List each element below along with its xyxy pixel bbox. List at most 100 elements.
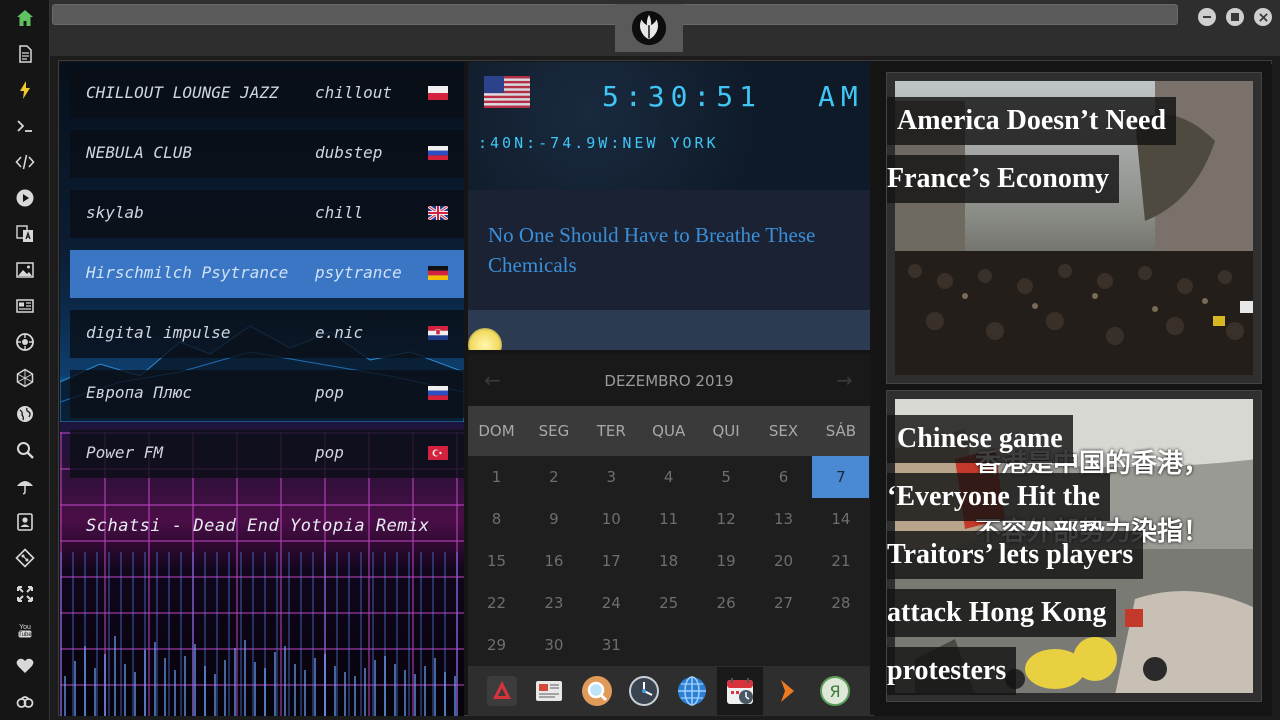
calendar-day[interactable]: 1 [468, 456, 525, 498]
station-row[interactable]: skylab chill [70, 190, 464, 238]
usa-flag-icon [484, 76, 530, 108]
calendar-day[interactable]: 3 [583, 456, 640, 498]
calendar-day[interactable]: 15 [468, 540, 525, 582]
calendar-day[interactable]: 29 [468, 624, 525, 666]
station-row[interactable]: digital impulse e.nic [70, 310, 464, 358]
contact-icon[interactable] [12, 509, 38, 535]
calendar-day[interactable]: 6 [755, 456, 812, 498]
close-icon [1258, 12, 1268, 22]
image-icon[interactable] [12, 257, 38, 283]
station-row[interactable]: CHILLOUT LOUNGE JAZZ chillout [70, 70, 464, 118]
calendar-weekday-row: DOM SEG TER QUA QUI SEX SÁB [468, 406, 870, 456]
rebel-alliance-icon [631, 10, 667, 46]
station-name: Power FM [86, 443, 164, 462]
visualizer-bar [104, 654, 106, 716]
lightning-icon[interactable] [12, 77, 38, 103]
visualizer-bar [324, 654, 326, 716]
visualizer-bar [294, 664, 296, 716]
calendar-day[interactable]: 9 [525, 498, 582, 540]
calendar-weekday: SEG [538, 422, 570, 440]
calendar-day[interactable]: 16 [525, 540, 582, 582]
code-icon[interactable] [12, 149, 38, 175]
terminal-icon[interactable] [12, 113, 38, 139]
calendar-day[interactable]: 10 [583, 498, 640, 540]
station-genre: dubstep [315, 143, 383, 162]
translate-icon[interactable] [12, 221, 38, 247]
globe-icon[interactable] [12, 401, 38, 427]
calendar-day[interactable]: 18 [640, 540, 697, 582]
svg-text:Tube: Tube [18, 632, 32, 638]
calendar-day[interactable]: 13 [755, 498, 812, 540]
calendar-day[interactable]: 25 [640, 582, 697, 624]
search-icon[interactable] [12, 437, 38, 463]
station-row-active[interactable]: Hirschmilch Psytrance psytrance [70, 250, 464, 298]
news-headline-line: Chinese game [887, 415, 1073, 463]
calendar-day[interactable]: 21 [812, 540, 869, 582]
station-row[interactable]: Европа Плюс pop [70, 370, 464, 418]
yandex-icon[interactable]: Я [817, 673, 853, 709]
calendar-day[interactable]: 14 [812, 498, 869, 540]
germany-flag-icon [428, 266, 448, 280]
maximize-button[interactable] [1226, 8, 1244, 26]
visualizer-bar [374, 660, 376, 716]
calendar-day[interactable]: 24 [583, 582, 640, 624]
youtube-icon[interactable]: You Tube [12, 617, 38, 643]
station-row[interactable]: NEBULA CLUB dubstep [70, 130, 464, 178]
calendar-day[interactable]: 31 [583, 624, 640, 666]
calendar-day[interactable]: 28 [812, 582, 869, 624]
search-app-icon[interactable] [579, 673, 615, 709]
calendar-day[interactable]: 12 [698, 498, 755, 540]
cloud-link-icon[interactable] [12, 689, 38, 715]
clock-time: 5:30:51 [602, 80, 763, 113]
news-card[interactable]: America Doesn’t Need France’s Economy [886, 72, 1262, 384]
minimize-button[interactable] [1198, 8, 1216, 26]
clock-icon[interactable] [626, 673, 662, 709]
git-icon[interactable] [12, 545, 38, 571]
calendar-day[interactable]: 4 [640, 456, 697, 498]
forward-icon[interactable] [769, 673, 805, 709]
weather-strip [468, 310, 870, 350]
umbrella-icon[interactable] [12, 473, 38, 499]
station-row[interactable]: Power FM pop [70, 430, 464, 478]
calendar-day[interactable]: 20 [755, 540, 812, 582]
calendar-day[interactable]: 2 [525, 456, 582, 498]
compass-icon[interactable] [12, 329, 38, 355]
hexagon-icon[interactable] [12, 365, 38, 391]
fullscreen-icon[interactable] [12, 581, 38, 607]
play-icon[interactable] [12, 185, 38, 211]
calendar-weekday: QUA [652, 422, 686, 440]
calendar-day[interactable]: 17 [583, 540, 640, 582]
calendar-day-today[interactable]: 7 [812, 456, 870, 498]
calendar-weekday: SÁB [825, 422, 857, 440]
station-name: NEBULA CLUB [86, 143, 192, 162]
newspaper-icon[interactable] [531, 673, 567, 709]
globe-icon[interactable] [674, 673, 710, 709]
news-icon[interactable] [12, 293, 38, 319]
calendar-day[interactable]: 26 [698, 582, 755, 624]
home-icon[interactable] [12, 5, 38, 31]
news-headline-line: protesters [887, 647, 1017, 695]
heart-icon[interactable] [12, 653, 38, 679]
calendar-next-button[interactable]: → [836, 368, 853, 392]
visualizer-bar [364, 668, 366, 716]
calendar-day[interactable]: 5 [698, 456, 755, 498]
calendar-day[interactable]: 23 [525, 582, 582, 624]
calendar-day[interactable]: 8 [468, 498, 525, 540]
close-button[interactable] [1254, 8, 1272, 26]
calendar-icon[interactable] [717, 667, 763, 715]
spectrum-visualizer [64, 636, 456, 716]
calendar-day[interactable]: 19 [698, 540, 755, 582]
app-launcher-icon[interactable] [484, 673, 520, 709]
calendar-day[interactable]: 11 [640, 498, 697, 540]
rebel-emblem-tab[interactable] [615, 4, 683, 52]
news-headline-line: attack Hong Kong [887, 589, 1117, 637]
visualizer-bar [314, 658, 316, 716]
visualizer-bar [344, 672, 346, 716]
calendar-day[interactable]: 22 [468, 582, 525, 624]
calendar-day[interactable]: 30 [525, 624, 582, 666]
headline-link[interactable]: No One Should Have to Breathe These Chem… [488, 220, 850, 280]
document-icon[interactable] [12, 41, 38, 67]
news-card[interactable]: 香港是中国的香港， 不容外部势力染指！ Chinese game ‘Everyo… [886, 390, 1262, 702]
calendar-day[interactable]: 27 [755, 582, 812, 624]
calendar-header: ← DEZEMBRO 2019 → [468, 354, 870, 406]
